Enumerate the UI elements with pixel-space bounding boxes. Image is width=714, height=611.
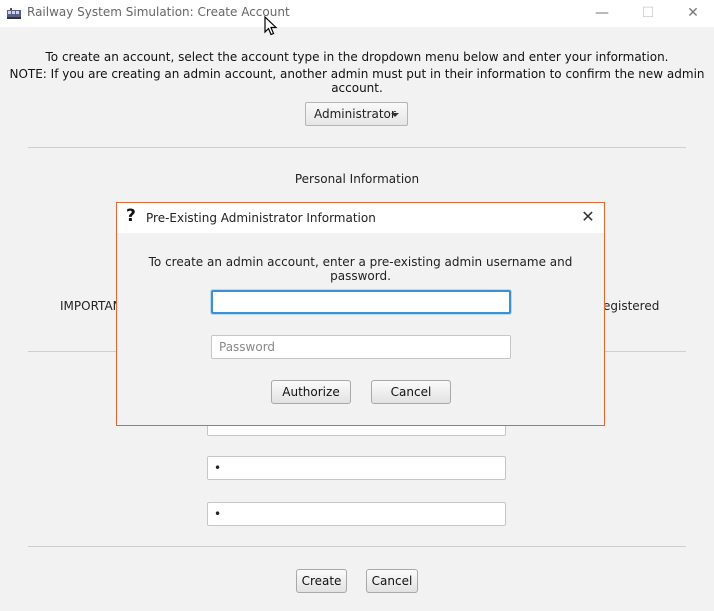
dialog-message: To create an admin account, enter a pre-… [148, 255, 573, 283]
maximize-button[interactable]: ☐ [625, 2, 671, 24]
important-note-fragment: IMPORTAN [60, 299, 122, 313]
mouse-cursor-icon [264, 16, 278, 36]
create-button[interactable]: Create [296, 569, 347, 593]
window-title: Railway System Simulation: Create Accoun… [27, 5, 290, 19]
divider [28, 546, 686, 547]
title-bar: Railway System Simulation: Create Accoun… [0, 0, 714, 36]
close-button[interactable]: ✕ [670, 2, 714, 24]
dialog-title-bar: ? Pre-Existing Administrator Information… [117, 203, 604, 233]
minimize-button[interactable]: — [579, 2, 625, 24]
dialog-cancel-button[interactable]: Cancel [371, 380, 451, 404]
dialog-close-icon[interactable]: ✕ [576, 205, 600, 229]
main-window: Railway System Simulation: Create Accoun… [0, 0, 714, 611]
personal-info-heading: Personal Information [294, 172, 420, 186]
question-icon: ? [126, 206, 136, 226]
account-type-dropdown[interactable]: Administrator [305, 102, 408, 126]
admin-username-input[interactable] [211, 290, 511, 314]
admin-password-input[interactable] [211, 335, 511, 359]
train-icon [7, 8, 21, 19]
confirm-password-field[interactable]: • [207, 502, 506, 526]
authorize-button[interactable]: Authorize [271, 380, 351, 404]
admin-auth-dialog: ? Pre-Existing Administrator Information… [116, 202, 605, 426]
divider [28, 147, 686, 148]
account-type-selected: Administrator [314, 107, 396, 121]
password-field[interactable]: • [207, 456, 506, 480]
chevron-down-icon [391, 113, 399, 117]
intro-line-1: To create an account, select the account… [45, 50, 669, 64]
dialog-title: Pre-Existing Administrator Information [146, 211, 376, 225]
intro-line-2: NOTE: If you are creating an admin accou… [9, 67, 705, 95]
registered-note-fragment: egistered [603, 299, 660, 313]
cancel-button[interactable]: Cancel [366, 569, 418, 593]
